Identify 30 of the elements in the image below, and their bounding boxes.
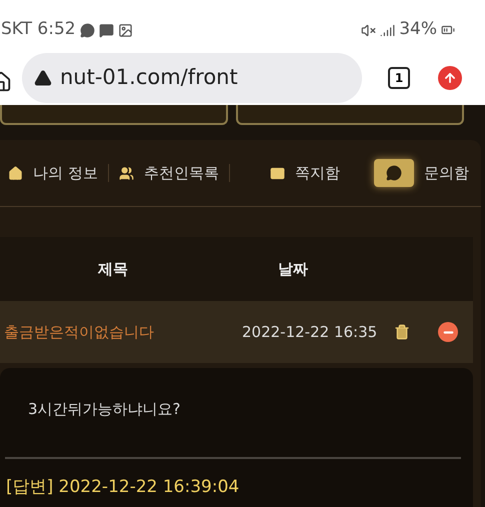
url-field[interactable]: nut-01.com/front (22, 52, 362, 102)
tab-icon (270, 166, 285, 180)
update-icon[interactable] (438, 66, 462, 90)
image-icon (118, 22, 133, 38)
battery-text: 34% (399, 18, 437, 42)
nav-tab[interactable]: 문의함 (374, 159, 469, 187)
signal-icon (380, 22, 396, 38)
inquiry-date: 2022-12-22 16:35 (242, 322, 378, 343)
mute-icon (361, 22, 376, 38)
column-header: 제목 (98, 258, 128, 280)
message-icon (98, 22, 114, 38)
column-header: 날짜 (278, 258, 308, 280)
tab-icon (374, 159, 414, 187)
status-time: SKT 6:52 (1, 18, 76, 42)
delete-icon[interactable] (394, 324, 410, 340)
url-text: nut-01.com/front (60, 64, 238, 91)
tab-icon (8, 166, 23, 180)
nav-tab[interactable]: 쪽지함 (270, 162, 340, 184)
inquiry-title: 출금받은적이없습니다 (4, 322, 155, 343)
battery-icon (441, 23, 455, 37)
tab-icon (118, 166, 134, 180)
collapse-icon[interactable] (438, 322, 458, 342)
answer-header: [답변] 2022-12-22 16:39:04 (6, 476, 240, 498)
table-row[interactable]: 출금받은적이없습니다 2022-12-22 16:35 (0, 301, 473, 363)
nav-tab[interactable]: 추천인목록 (118, 162, 219, 184)
question-text: 3시간뒤가능하냐니요? (28, 399, 182, 420)
warning-icon (34, 68, 52, 86)
chat-icon (80, 22, 95, 38)
tab-count-button[interactable]: 1 (388, 66, 410, 88)
nav-tab[interactable]: 나의 정보 (8, 162, 98, 184)
